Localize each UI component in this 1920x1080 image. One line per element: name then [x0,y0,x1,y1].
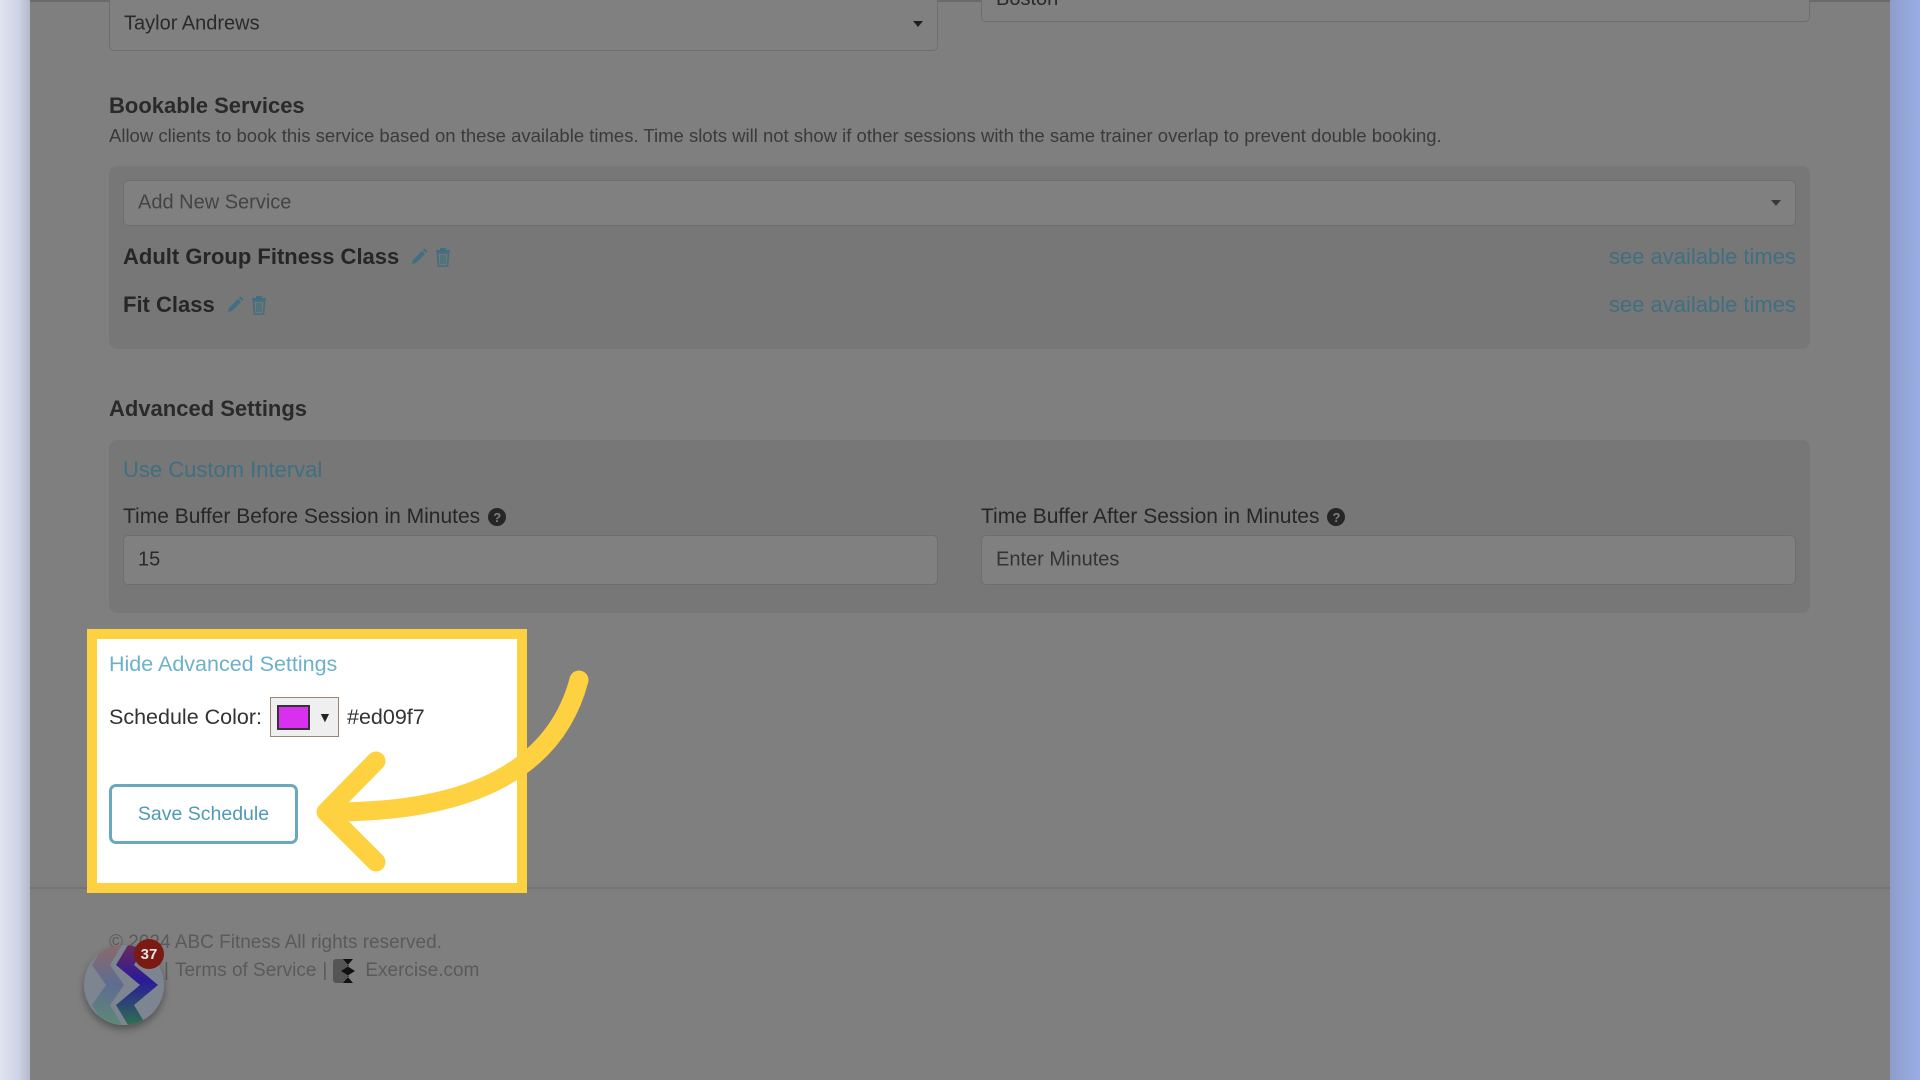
add-service-placeholder: Add New Service [138,191,292,214]
trash-icon[interactable] [435,247,451,267]
color-swatch [276,704,310,730]
service-item: Fit Class [123,292,267,318]
help-icon[interactable]: ? [1327,508,1346,526]
exercise-com-link[interactable]: Exercise.com [365,960,479,982]
bookable-services-description: Allow clients to book this service based… [109,125,1442,146]
pencil-icon[interactable] [409,247,429,267]
footer-separator: | [164,960,169,981]
buffer-after-label: Time Buffer After Session in Minutes ? [981,505,1346,529]
trainer-select-value: Taylor Andrews [124,12,260,34]
chevron-down-icon [1771,200,1781,206]
buffer-before-label-text: Time Buffer Before Session in Minutes [123,505,481,528]
buffer-after-placeholder: Enter Minutes [996,548,1120,571]
buffer-before-input[interactable]: 15 [123,535,938,585]
see-available-times-link[interactable]: see available times [1609,244,1796,270]
footer-links: | Terms of Service | Exercise.com [164,957,479,985]
schedule-color-label: Schedule Color: [109,704,262,729]
caret-down-icon: ▼ [317,709,332,725]
exercise-logo-icon [333,959,356,983]
buffer-before-label: Time Buffer Before Session in Minutes ? [123,505,507,529]
advanced-settings-heading: Advanced Settings [109,396,308,421]
service-name: Adult Group Fitness Class [123,244,400,269]
pencil-icon[interactable] [225,295,245,315]
location-input-value: Boston [996,0,1058,11]
add-service-select[interactable]: Add New Service [123,180,1796,226]
notification-count-badge: 37 [134,939,164,969]
schedule-color-value: #ed09f7 [346,704,425,729]
terms-of-service-link[interactable]: Terms of Service [175,960,316,982]
trash-icon[interactable] [251,295,267,315]
desktop-background-right [1890,0,1920,1080]
buffer-after-input[interactable]: Enter Minutes [981,535,1796,585]
desktop-background-left [0,0,30,1080]
service-item: Adult Group Fitness Class [123,244,451,270]
help-icon[interactable]: ? [488,508,507,526]
trainer-select[interactable]: Taylor Andrews [109,0,938,51]
color-picker[interactable]: ▼ [269,697,339,737]
save-schedule-button[interactable]: Save Schedule [109,784,298,844]
chevron-down-icon [913,20,923,27]
schedule-color-row: Schedule Color: ▼ #ed09f7 [109,697,425,737]
footer-separator: | [322,960,328,981]
assistant-launcher[interactable]: 37 [84,939,164,1025]
service-name: Fit Class [123,292,215,317]
location-input[interactable]: Boston [981,0,1810,22]
hide-advanced-settings-link[interactable]: Hide Advanced Settings [109,652,337,677]
buffer-before-value: 15 [138,548,161,571]
bookable-services-heading: Bookable Services [109,93,305,118]
buffer-after-label-text: Time Buffer After Session in Minutes [981,505,1320,528]
see-available-times-link[interactable]: see available times [1609,292,1796,318]
use-custom-interval-link[interactable]: Use Custom Interval [123,457,322,483]
